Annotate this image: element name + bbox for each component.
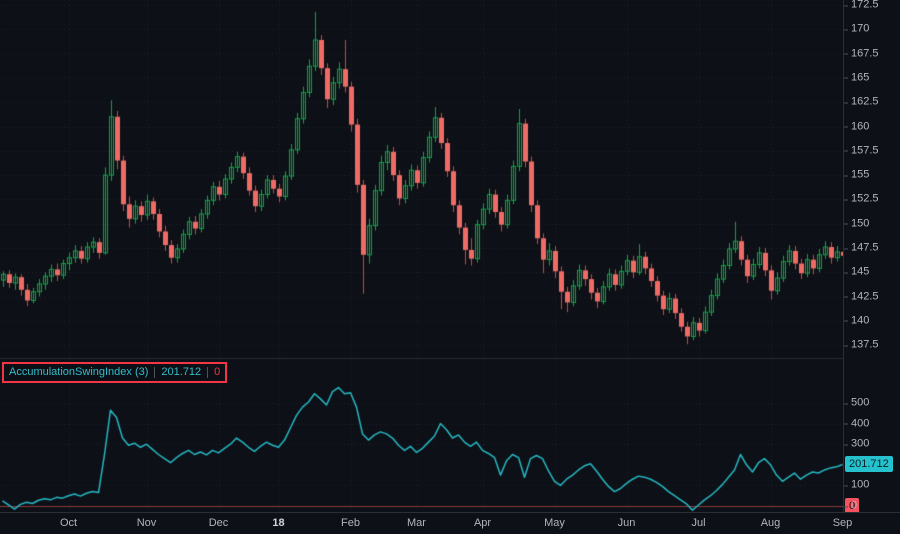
price-tick-label: 165 xyxy=(843,71,870,84)
indicator-name[interactable]: AccumulationSwingIndex (3) xyxy=(9,367,148,378)
time-tick-label: Mar xyxy=(407,517,426,529)
price-tick-label: 150 xyxy=(843,217,870,230)
trading-chart: AccumulationSwingIndex (3) 201.712 0 201… xyxy=(0,0,900,534)
price-tick-label: 137.5 xyxy=(844,338,879,351)
time-tick-label: Nov xyxy=(136,517,157,529)
legend-divider xyxy=(207,367,209,378)
indicator-tick-label: 300 xyxy=(843,437,870,450)
price-tick-label: 162.5 xyxy=(844,95,879,108)
chart-canvas[interactable] xyxy=(0,0,843,512)
time-tick-label: Aug xyxy=(760,517,781,529)
time-tick-label: 18 xyxy=(272,517,285,529)
time-tick-label: Feb xyxy=(341,517,360,529)
time-tick-label: Sep xyxy=(832,517,853,529)
time-tick-label: May xyxy=(544,517,565,529)
price-tick-label: 142.5 xyxy=(844,290,879,303)
price-tick-label: 160 xyxy=(843,120,870,132)
price-tick-label: 155 xyxy=(843,168,870,181)
indicator-tick-label: 500 xyxy=(843,396,870,409)
indicator-last-value-label: 201.712 xyxy=(845,456,893,473)
price-tick-label: 172.5 xyxy=(844,0,879,11)
legend-divider xyxy=(154,367,156,378)
time-tick-label: Jul xyxy=(691,517,706,529)
indicator-tick-label: 0 xyxy=(843,499,858,512)
price-tick-label: 167.5 xyxy=(844,47,879,60)
indicator-tick-label: 100 xyxy=(843,478,870,491)
indicator-zero-value: 0 xyxy=(214,366,221,378)
time-tick-label: Dec xyxy=(208,517,229,529)
price-tick-label: 157.5 xyxy=(844,144,879,157)
price-axis[interactable]: 201.712 0 172.5 170 167.5 165 162.5 160 157.5 1… xyxy=(843,0,900,534)
price-tick-label: 170 xyxy=(843,22,870,35)
time-axis[interactable]: Oct Nov Dec 18 Feb Mar Apr May Jun Jul Aug Sep xyxy=(0,512,900,534)
price-tick-label: 152.5 xyxy=(844,192,879,205)
time-tick-label: Apr xyxy=(473,517,492,529)
time-tick-label: Jun xyxy=(617,517,636,529)
indicator-tick-label: 400 xyxy=(843,417,870,430)
indicator-value: 201.712 xyxy=(161,366,202,378)
price-tick-label: 145 xyxy=(843,265,870,278)
time-tick-label: Oct xyxy=(59,517,78,529)
price-tick-label: 140 xyxy=(843,314,870,327)
indicator-legend[interactable]: AccumulationSwingIndex (3) 201.712 0 xyxy=(2,362,228,383)
price-tick-label: 147.5 xyxy=(844,241,879,254)
